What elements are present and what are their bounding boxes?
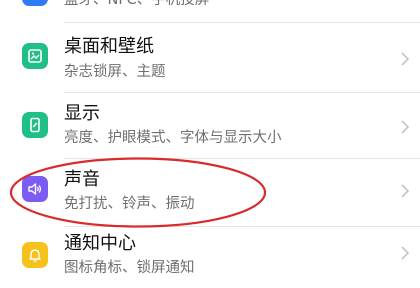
chevron-right-icon [401,184,410,198]
divider [64,92,420,93]
item-subtitle: 杂志锁屏、主题 [64,64,166,80]
chevron-right-icon [401,52,410,66]
divider [64,22,420,23]
item-title: 桌面和壁纸 [64,36,154,57]
settings-screen: 蓝牙、NFC、手机投屏 桌面和壁纸 杂志锁屏、主题 显示 亮度、护眼模式、字体与… [0,0,420,278]
settings-item-notifications[interactable]: 通知中心 图标角标、锁屏通知 [0,230,420,288]
chevron-right-icon [401,246,410,260]
bell-icon [22,242,48,268]
settings-item-wallpaper[interactable]: 桌面和壁纸 杂志锁屏、主题 [0,30,420,88]
settings-item-display[interactable]: 显示 亮度、护眼模式、字体与显示大小 [0,98,420,156]
item-title: 通知中心 [64,233,136,254]
item-subtitle: 免打扰、铃声、振动 [64,196,195,212]
item-subtitle: 亮度、护眼模式、字体与显示大小 [64,130,282,146]
item-subtitle: 图标角标、锁屏通知 [64,260,195,276]
wallpaper-icon [22,43,48,69]
divider [64,158,420,159]
sound-icon [22,176,48,202]
connection-icon [22,0,48,6]
settings-item-connection[interactable]: 蓝牙、NFC、手机投屏 [0,0,420,20]
chevron-right-icon [401,120,410,134]
item-title: 显示 [64,103,100,124]
connection-subtitle: 蓝牙、NFC、手机投屏 [64,0,210,8]
item-title: 声音 [64,169,100,190]
divider [64,226,420,227]
display-icon [22,112,48,138]
settings-item-sound[interactable]: 声音 免打扰、铃声、振动 [0,164,420,222]
